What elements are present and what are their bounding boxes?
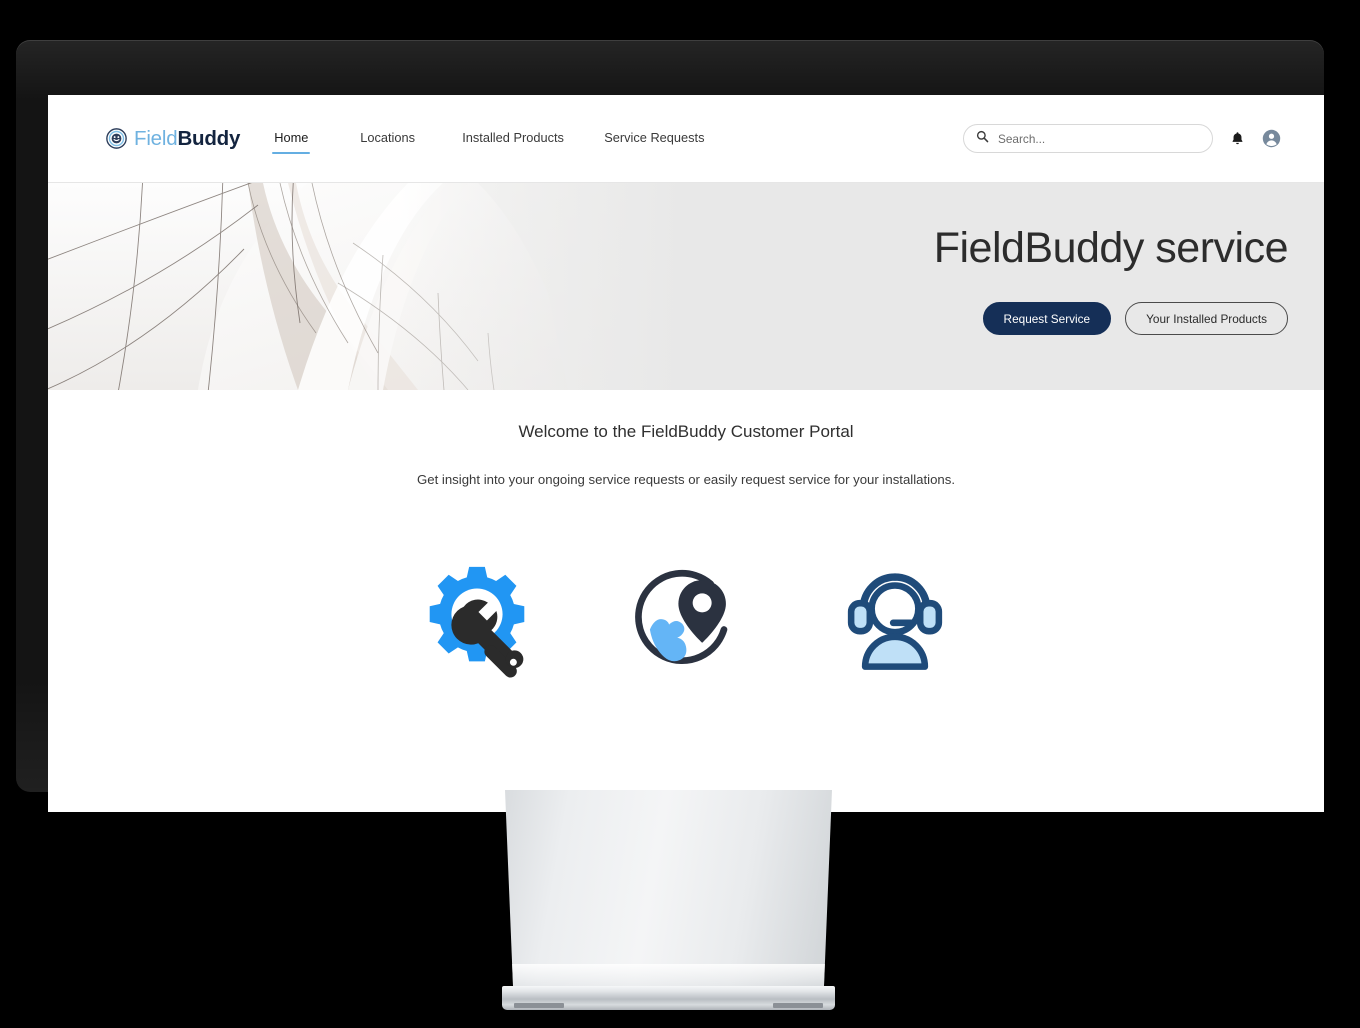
brand-name-light: Field bbox=[134, 126, 178, 150]
stand-foot-right bbox=[773, 1003, 823, 1008]
monitor-screen: FieldBuddy Home Locations Installed Prod… bbox=[48, 95, 1324, 812]
search-icon bbox=[976, 130, 989, 148]
feature-icons-row bbox=[48, 555, 1324, 685]
welcome-heading: Welcome to the FieldBuddy Customer Porta… bbox=[518, 422, 854, 441]
monitor-stand-neck bbox=[505, 790, 832, 990]
screenshot-scene: FieldBuddy Home Locations Installed Prod… bbox=[0, 0, 1360, 1028]
nav-item-service-requests[interactable]: Service Requests bbox=[604, 124, 704, 154]
user-avatar-icon[interactable] bbox=[1262, 129, 1281, 148]
hero-content: FieldBuddy service Request Service Your … bbox=[544, 183, 1324, 390]
nav-item-installed-products[interactable]: Installed Products bbox=[462, 124, 564, 154]
main-content: Welcome to the FieldBuddy Customer Porta… bbox=[48, 390, 1324, 685]
hero-title: FieldBuddy service bbox=[933, 224, 1289, 272]
fieldbuddy-smiley-circle-icon bbox=[106, 128, 127, 149]
search-input[interactable] bbox=[998, 131, 1200, 146]
support-headset-agent-icon[interactable] bbox=[830, 555, 960, 685]
search-box[interactable] bbox=[963, 124, 1213, 153]
brand-wordmark: FieldBuddy bbox=[134, 127, 240, 151]
top-bar-actions bbox=[963, 124, 1281, 153]
hero-action-buttons: Request Service Your Installed Products bbox=[982, 302, 1288, 335]
brand-logo[interactable]: FieldBuddy bbox=[106, 127, 240, 151]
brand-name-bold: Buddy bbox=[177, 126, 241, 150]
nav-item-locations[interactable]: Locations bbox=[360, 124, 415, 154]
globe-map-pin-icon[interactable] bbox=[621, 555, 751, 685]
top-navigation-bar: FieldBuddy Home Locations Installed Prod… bbox=[48, 95, 1324, 183]
monitor-bezel: FieldBuddy Home Locations Installed Prod… bbox=[16, 40, 1324, 812]
bell-icon[interactable] bbox=[1229, 130, 1246, 147]
main-nav: Home Locations Installed Products Servic… bbox=[272, 124, 705, 154]
welcome-subheading: Get insight into your ongoing service re… bbox=[416, 472, 956, 487]
hero-banner: FieldBuddy service Request Service Your … bbox=[48, 183, 1324, 390]
stand-foot-left bbox=[514, 1003, 564, 1008]
request-service-button[interactable]: Request Service bbox=[982, 302, 1112, 335]
nav-item-home[interactable]: Home bbox=[272, 124, 311, 154]
your-installed-products-button[interactable]: Your Installed Products bbox=[1125, 302, 1288, 335]
gear-wrench-icon[interactable] bbox=[412, 555, 542, 685]
monitor-stand-base bbox=[502, 986, 835, 1010]
